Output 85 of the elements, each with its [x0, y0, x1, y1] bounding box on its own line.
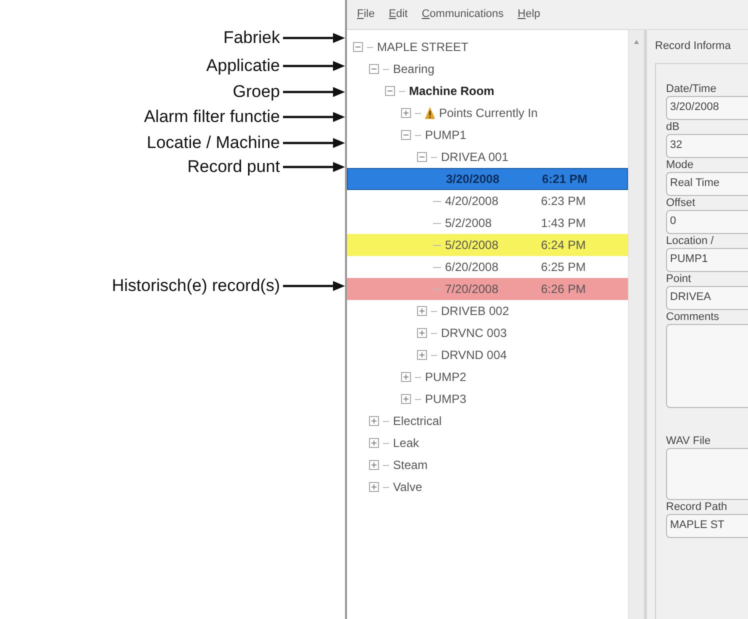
- callout-label: Historisch(e) record(s): [112, 275, 280, 297]
- minus-box-icon[interactable]: [353, 42, 363, 52]
- menu-item[interactable]: Edit: [388, 6, 408, 23]
- plus-box-icon[interactable]: [417, 306, 427, 316]
- callout-label: Locatie / Machine: [146, 132, 280, 154]
- arrow-icon: [283, 138, 345, 148]
- tree-node-label[interactable]: Machine Room: [409, 82, 494, 100]
- tree-node-label[interactable]: MAPLE STREET: [377, 38, 468, 56]
- arrow-icon: [283, 87, 345, 97]
- field-label: Point: [666, 272, 692, 286]
- plus-box-icon[interactable]: [417, 328, 427, 338]
- tree-node-label[interactable]: Electrical: [393, 412, 442, 430]
- record-date: 7/20/2008: [445, 281, 500, 298]
- field-label: Date/Time: [666, 82, 718, 96]
- callout-label: Groep: [232, 81, 280, 103]
- callout-label: Applicatie: [206, 55, 280, 77]
- tree-node-label[interactable]: Valve: [393, 478, 422, 496]
- arrow-icon: [283, 281, 345, 291]
- tree-node-label[interactable]: DRVNC 003: [441, 324, 507, 342]
- field-label: Comments: [666, 310, 720, 324]
- text-field[interactable]: Real Time: [666, 172, 748, 196]
- tree-node-label[interactable]: PUMP1: [425, 126, 466, 144]
- tree-node-label[interactable]: PUMP3: [425, 390, 466, 408]
- tree-node-label[interactable]: Points Currently In: [439, 104, 538, 122]
- tree-node-label[interactable]: Bearing: [393, 60, 434, 78]
- record-row[interactable]: 6/20/2008 6:25 PM: [347, 256, 628, 278]
- record-time: 6:24 PM: [541, 237, 586, 254]
- record-date: 5/2/2008: [445, 215, 493, 232]
- text-field[interactable]: MAPLE ST: [666, 514, 748, 538]
- record-date: 5/20/2008: [445, 237, 500, 254]
- record-row[interactable]: 5/20/2008 6:24 PM: [347, 234, 628, 256]
- arrow-icon: [283, 61, 345, 71]
- plus-box-icon[interactable]: [369, 460, 379, 470]
- record-row[interactable]: 5/2/2008 1:43 PM: [347, 212, 628, 234]
- callout-label: Fabriek: [223, 27, 280, 49]
- arrow-icon: [283, 33, 345, 43]
- text-field[interactable]: 32: [666, 134, 748, 158]
- field-label: WAV File: [666, 434, 712, 448]
- plus-box-icon[interactable]: [401, 394, 411, 404]
- scroll-up-icon[interactable]: [634, 40, 639, 44]
- plus-box-icon[interactable]: [401, 372, 411, 382]
- record-time: 6:21 PM: [542, 171, 588, 188]
- tree-node-label[interactable]: Leak: [393, 434, 420, 452]
- minus-box-icon[interactable]: [385, 86, 395, 96]
- minus-box-icon[interactable]: [417, 152, 427, 162]
- menu-item[interactable]: Communications: [422, 6, 504, 23]
- plus-box-icon[interactable]: [369, 482, 379, 492]
- plus-box-icon[interactable]: [369, 438, 379, 448]
- record-time: 6:23 PM: [541, 193, 586, 210]
- tree-node-label[interactable]: DRIVEB 002: [441, 302, 510, 320]
- text-field[interactable]: PUMP1: [666, 248, 748, 272]
- text-field[interactable]: DRIVEA: [666, 286, 748, 310]
- arrow-icon: [283, 112, 345, 122]
- text-field[interactable]: 0: [666, 210, 748, 234]
- text-field[interactable]: 3/20/2008: [666, 96, 748, 120]
- warning-icon: [425, 107, 435, 119]
- field-label: Location /: [666, 234, 715, 248]
- plus-box-icon[interactable]: [369, 416, 379, 426]
- record-row[interactable]: 7/20/2008 6:26 PM: [347, 278, 628, 300]
- minus-box-icon[interactable]: [401, 130, 411, 140]
- menu-item[interactable]: Help: [518, 6, 540, 23]
- plus-box-icon[interactable]: [417, 350, 427, 360]
- record-date: 4/20/2008: [445, 193, 500, 210]
- record-row[interactable]: 4/20/2008 6:23 PM: [347, 190, 628, 212]
- field-label: Mode: [666, 158, 695, 172]
- record-date: 6/20/2008: [445, 259, 500, 276]
- scrollbar[interactable]: [628, 30, 644, 619]
- callout-label: Alarm filter functie: [144, 106, 280, 128]
- panel-title: Record Informa: [655, 39, 732, 54]
- record-date: 3/20/2008: [446, 171, 500, 188]
- tree-node-label[interactable]: Steam: [393, 456, 428, 474]
- plus-box-icon[interactable]: [401, 108, 411, 118]
- field-label: Record Path: [666, 500, 728, 514]
- record-time: 1:43 PM: [541, 215, 586, 232]
- field-label: Offset: [666, 196, 696, 210]
- record-time: 6:25 PM: [541, 259, 586, 276]
- tree-node-label[interactable]: DRVND 004: [441, 346, 507, 364]
- field-label: dB: [666, 120, 680, 134]
- tree-node-label[interactable]: PUMP2: [425, 368, 466, 386]
- record-time: 6:26 PM: [541, 281, 586, 298]
- minus-box-icon[interactable]: [369, 64, 379, 74]
- arrow-icon: [283, 162, 345, 172]
- menu-item[interactable]: File: [357, 6, 375, 23]
- callout-label: Record punt: [187, 156, 280, 178]
- tree-node-label[interactable]: DRIVEA 001: [441, 148, 508, 166]
